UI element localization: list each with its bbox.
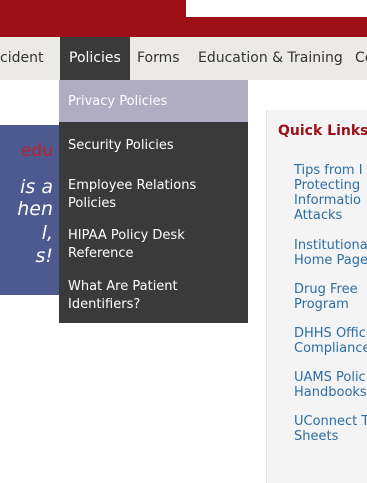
menu-item-label: Identifiers? bbox=[68, 297, 141, 312]
menu-item-label: Employee Relations bbox=[68, 178, 197, 193]
menu-item-privacy-policies[interactable]: Privacy Policies bbox=[59, 80, 248, 122]
menu-item-label: What Are Patient bbox=[68, 279, 178, 294]
menu-item-hipaa-policy-desk-reference[interactable]: HIPAA Policy Desk Reference bbox=[59, 227, 248, 263]
quick-link-line: Compliance bbox=[294, 341, 367, 356]
quick-link-tips[interactable]: Tips from I Protecting Informatio Attack… bbox=[294, 163, 367, 223]
menu-item-label: Security Policies bbox=[68, 138, 174, 153]
nav-item-policies[interactable]: Policies bbox=[60, 37, 130, 80]
menu-item-security-policies[interactable]: Security Policies bbox=[59, 137, 248, 155]
policies-dropdown-menu: Privacy Policies Security Policies Emplo… bbox=[59, 80, 248, 323]
hero-text-line: is a bbox=[20, 176, 53, 198]
quick-link-uconnect[interactable]: UConnect T Sheets bbox=[294, 414, 367, 444]
nav-item-education-training[interactable]: Education & Training bbox=[198, 37, 343, 80]
menu-item-employee-relations-policies[interactable]: Employee Relations Policies bbox=[59, 177, 248, 213]
menu-item-label: Privacy Policies bbox=[68, 94, 168, 109]
quick-link-dhhs[interactable]: DHHS Offic Compliance bbox=[294, 326, 367, 356]
nav-item-incident[interactable]: cident bbox=[0, 37, 43, 80]
site-header-bar bbox=[0, 0, 367, 37]
quick-link-uams-policy[interactable]: UAMS Polic Handbooks bbox=[294, 370, 367, 400]
quick-link-line: Program bbox=[294, 297, 349, 312]
hero-text-line: s! bbox=[35, 245, 53, 267]
menu-item-label: Policies bbox=[68, 196, 117, 211]
quick-link-line: Informatio bbox=[294, 193, 362, 208]
menu-item-label: HIPAA Policy Desk bbox=[68, 228, 185, 243]
quick-link-line: DHHS Offic bbox=[294, 326, 366, 341]
nav-item-forms[interactable]: Forms bbox=[137, 37, 180, 80]
quick-links-title: Quick Links bbox=[278, 123, 367, 139]
quick-link-line: Institutiona bbox=[294, 238, 367, 253]
quick-link-line: UConnect T bbox=[294, 414, 367, 429]
quick-link-line: Sheets bbox=[294, 429, 339, 444]
quick-link-line: Attacks bbox=[294, 208, 343, 223]
quick-link-line: Tips from I bbox=[294, 163, 363, 178]
nav-item-ce[interactable]: Ce bbox=[355, 37, 367, 80]
hero-text-line: edu bbox=[20, 141, 53, 161]
hero-text-line: hen bbox=[17, 198, 53, 220]
menu-item-patient-identifiers[interactable]: What Are Patient Identifiers? bbox=[59, 278, 248, 314]
hero-text-line: l, bbox=[41, 222, 53, 244]
quick-link-line: Protecting bbox=[294, 178, 361, 193]
quick-links-panel: Quick Links Tips from I Protecting Infor… bbox=[266, 110, 367, 483]
main-nav: cident Policies Forms Education & Traini… bbox=[0, 37, 367, 80]
search-input[interactable] bbox=[186, 0, 367, 17]
quick-link-line: Handbooks bbox=[294, 385, 367, 400]
quick-link-line: Home Page bbox=[294, 253, 367, 268]
hero-banner: edu is a hen l, s! bbox=[0, 125, 59, 295]
quick-link-line: Drug Free bbox=[294, 282, 358, 297]
quick-link-drug-free[interactable]: Drug Free Program bbox=[294, 282, 367, 312]
quick-link-institutional-home[interactable]: Institutiona Home Page bbox=[294, 238, 367, 268]
quick-link-line: UAMS Polic bbox=[294, 370, 366, 385]
menu-item-label: Reference bbox=[68, 246, 134, 261]
